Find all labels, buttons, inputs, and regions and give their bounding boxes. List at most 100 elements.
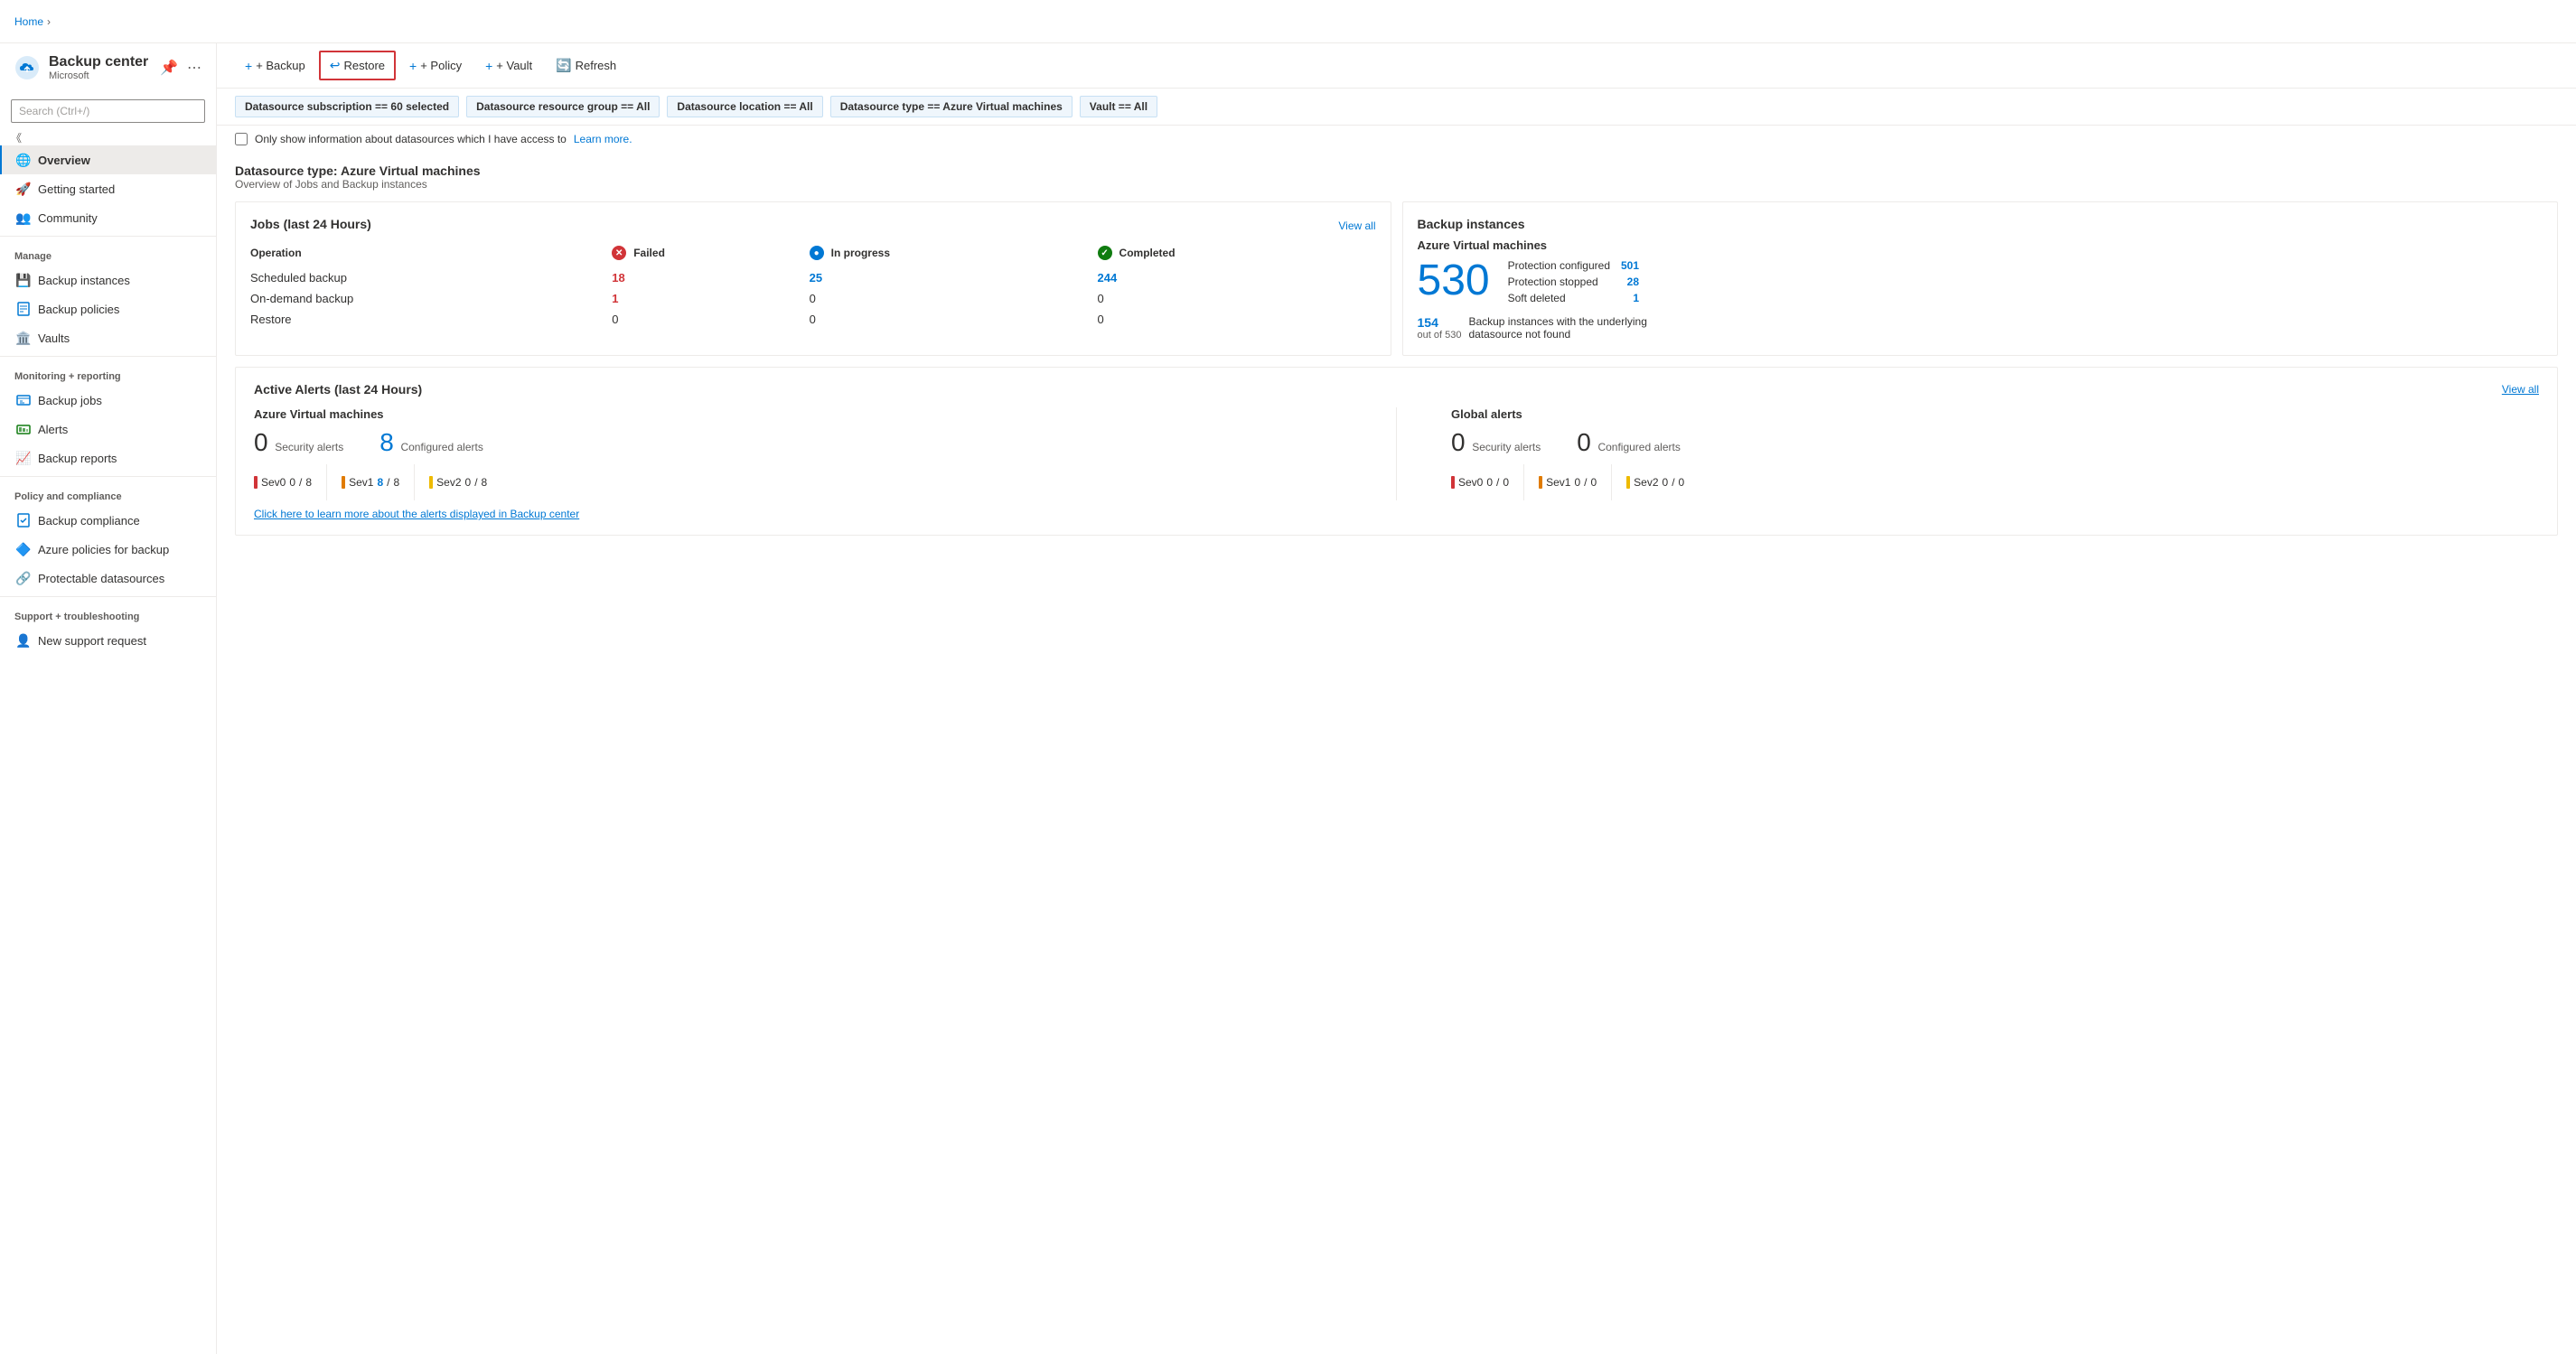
job-completed-0[interactable]: 244 xyxy=(1098,267,1376,288)
sidebar-item-backup-policies[interactable]: Backup policies xyxy=(0,294,216,323)
backup-button[interactable]: + + Backup xyxy=(235,52,315,79)
vault-button[interactable]: + + Vault xyxy=(475,52,542,79)
alerts-info-link[interactable]: Click here to learn more about the alert… xyxy=(254,508,2539,520)
sidebar-item-new-support[interactable]: 👤 New support request xyxy=(0,626,216,655)
policy-button[interactable]: + + Policy xyxy=(399,52,472,79)
backup-stat-value-2[interactable]: 1 xyxy=(1633,292,1639,304)
sidebar-item-alerts[interactable]: Alerts xyxy=(0,415,216,444)
restore-icon: ↩ xyxy=(330,58,341,73)
access-filter-row: Only show information about datasources … xyxy=(217,126,2576,153)
sidebar-item-overview[interactable]: 🌐 Overview xyxy=(0,145,216,174)
backup-stat-value-0[interactable]: 501 xyxy=(1621,259,1639,272)
alerts-view-all-link[interactable]: View all xyxy=(2502,383,2539,396)
global-sev2-current: 0 xyxy=(1663,476,1669,489)
access-filter-checkbox[interactable] xyxy=(235,133,248,145)
alerts-azure-security: 0 Security alerts xyxy=(254,428,343,457)
refresh-button[interactable]: 🔄 Refresh xyxy=(546,51,626,79)
sev2-current: 0 xyxy=(465,476,472,489)
sidebar-item-backup-instances[interactable]: 💾 Backup instances xyxy=(0,266,216,294)
backup-stat-value-1[interactable]: 28 xyxy=(1627,275,1639,288)
job-op-0: Scheduled backup xyxy=(250,267,612,288)
filter-vault[interactable]: Vault == All xyxy=(1080,96,1157,117)
sev0-current: 0 xyxy=(289,476,295,489)
filter-resource-group[interactable]: Datasource resource group == All xyxy=(466,96,660,117)
jobs-col-inprogress: ● In progress xyxy=(810,242,1098,267)
sidebar-item-getting-started[interactable]: 🚀 Getting started xyxy=(0,174,216,203)
global-sev1-total: 0 xyxy=(1590,476,1597,489)
global-sev2-total: 0 xyxy=(1679,476,1685,489)
support-section-label: Support + troubleshooting xyxy=(0,601,216,626)
completed-status-icon: ✓ xyxy=(1098,246,1112,260)
backup-stat-row-2: Soft deleted 1 xyxy=(1508,292,1639,304)
app-logo-icon xyxy=(14,55,40,80)
sidebar-item-protectable-datasources[interactable]: 🔗 Protectable datasources xyxy=(0,564,216,593)
filter-subscription[interactable]: Datasource subscription == 60 selected xyxy=(235,96,459,117)
global-sev0-label: Sev0 xyxy=(1458,476,1483,489)
alerts-global-counts: 0 Security alerts 0 Configured alerts xyxy=(1451,428,2539,457)
job-failed-1[interactable]: 1 xyxy=(612,288,809,309)
backup-big-number[interactable]: 530 xyxy=(1418,259,1490,303)
app-title: Backup center xyxy=(49,54,148,70)
job-inprogress-0[interactable]: 25 xyxy=(810,267,1098,288)
global-sev1-current: 0 xyxy=(1574,476,1580,489)
search-input[interactable] xyxy=(11,99,205,123)
backup-sub-number[interactable]: 154 xyxy=(1418,315,1462,330)
sidebar-item-backup-jobs[interactable]: Backup jobs xyxy=(0,386,216,415)
sidebar-item-community[interactable]: 👥 Community xyxy=(0,203,216,232)
backup-sub-desc: Backup instances with the underlying dat… xyxy=(1468,315,1649,341)
azure-policies-icon: 🔷 xyxy=(16,542,31,556)
job-failed-0[interactable]: 18 xyxy=(612,267,809,288)
divider-manage xyxy=(0,236,216,237)
sev0-label: Sev0 xyxy=(261,476,286,489)
sidebar-item-backup-compliance[interactable]: Backup compliance xyxy=(0,506,216,535)
backup-policies-icon xyxy=(16,302,31,316)
backup-card-type: Azure Virtual machines xyxy=(1418,238,2543,252)
sev0-total: 8 xyxy=(305,476,312,489)
app-subtitle: Microsoft xyxy=(49,70,148,81)
sidebar-label-azure-policies: Azure policies for backup xyxy=(38,543,169,556)
new-support-icon: 👤 xyxy=(16,633,31,648)
filter-vault-value: All xyxy=(1134,100,1147,113)
alerts-title-row: Active Alerts (last 24 Hours) View all xyxy=(254,382,2539,397)
alerts-azure-sev2: Sev2 0/8 xyxy=(429,476,487,489)
collapse-sidebar-btn[interactable]: 《 xyxy=(0,130,216,145)
alerts-global-security: 0 Security alerts xyxy=(1451,428,1541,457)
filter-vault-text: Vault == xyxy=(1090,100,1134,113)
alerts-vertical-divider xyxy=(1396,407,1397,500)
backup-sub-label: out of 530 xyxy=(1418,330,1462,341)
backup-instances-card: Backup instances Azure Virtual machines … xyxy=(1402,201,2559,356)
refresh-icon: 🔄 xyxy=(556,58,571,73)
backup-stat-row-0: Protection configured 501 xyxy=(1508,259,1639,272)
jobs-table: Operation ✕ Failed ● In progress xyxy=(250,242,1376,330)
alerts-icon xyxy=(16,422,31,436)
restore-button[interactable]: ↩ Restore xyxy=(319,51,396,80)
filter-location[interactable]: Datasource location == All xyxy=(667,96,822,117)
manage-section-label: Manage xyxy=(0,240,216,266)
sev1-label: Sev1 xyxy=(349,476,373,489)
policy-plus-icon: + xyxy=(409,59,417,73)
policy-section-label: Policy and compliance xyxy=(0,481,216,506)
alerts-global-sev2: Sev2 0/0 xyxy=(1626,476,1684,489)
sidebar-item-azure-policies[interactable]: 🔷 Azure policies for backup xyxy=(0,535,216,564)
jobs-col-failed: ✕ Failed xyxy=(612,242,809,267)
filter-datasource-type[interactable]: Datasource type == Azure Virtual machine… xyxy=(830,96,1073,117)
global-sev0-total: 0 xyxy=(1503,476,1509,489)
alerts-azure-sev-row: Sev0 0/8 Sev1 8/8 Sev2 xyxy=(254,464,1342,500)
alerts-global-sev-row: Sev0 0/0 Sev1 0/0 Sev2 xyxy=(1451,464,2539,500)
filter-location-text: Datasource location == xyxy=(677,100,799,113)
breadcrumb-home[interactable]: Home xyxy=(14,15,43,28)
more-options-icon[interactable]: ⋯ xyxy=(187,59,201,77)
sidebar-item-vaults[interactable]: 🏛️ Vaults xyxy=(0,323,216,352)
global-sev0-current: 0 xyxy=(1486,476,1493,489)
global-sev2-label: Sev2 xyxy=(1634,476,1658,489)
job-op-1: On-demand backup xyxy=(250,288,612,309)
global-sev-divider-0 xyxy=(1523,464,1524,500)
jobs-view-all-link[interactable]: View all xyxy=(1338,219,1375,232)
sev1-current[interactable]: 8 xyxy=(377,476,383,489)
pin-icon[interactable]: 📌 xyxy=(160,59,178,77)
alerts-global-configured-count: 0 xyxy=(1577,428,1591,456)
sidebar-label-alerts: Alerts xyxy=(38,423,68,436)
global-sev1-label: Sev1 xyxy=(1546,476,1570,489)
learn-more-link[interactable]: Learn more. xyxy=(574,133,632,145)
sidebar-item-backup-reports[interactable]: 📈 Backup reports xyxy=(0,444,216,472)
